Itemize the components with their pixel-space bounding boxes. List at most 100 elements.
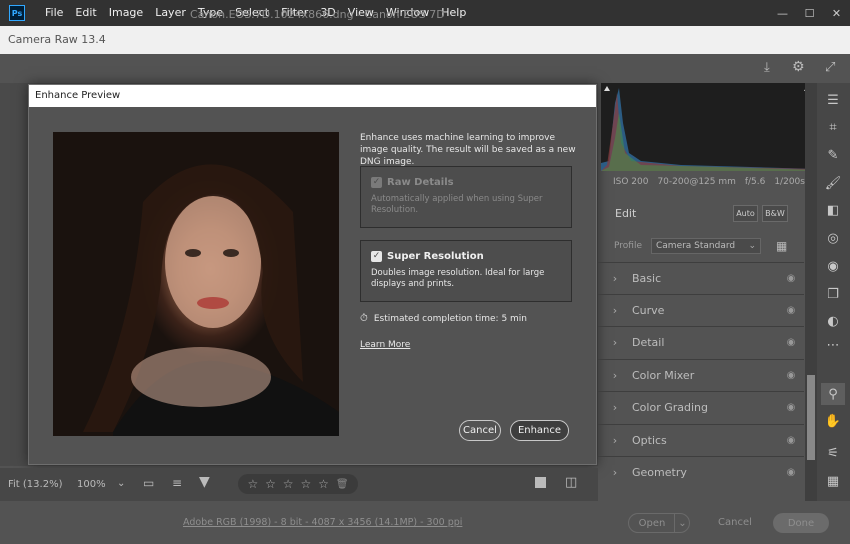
done-button[interactable]: Done <box>773 513 829 533</box>
raw-details-desc: Automatically applied when using Super R… <box>371 194 543 215</box>
super-resolution-checkbox[interactable]: ✓ <box>371 250 382 262</box>
more-icon[interactable]: ⋯ <box>821 334 845 356</box>
compare-icon[interactable]: ◫ <box>565 475 577 490</box>
estimated-time-text: Estimated completion time: 5 min <box>373 313 527 324</box>
workflow-options-link[interactable]: Adobe RGB (1998) - 8 bit - 4087 x 3456 (… <box>183 517 462 528</box>
open-label: Open <box>638 517 666 529</box>
panel-color-grading[interactable]: › Color Grading ◉ <box>598 391 804 422</box>
panel-label: Color Mixer <box>632 368 695 382</box>
panel-geometry[interactable]: › Geometry ◉ <box>598 456 804 487</box>
menu-file[interactable]: File <box>39 0 69 26</box>
file-title: Canon.EOS.7D.1024x866.dng - Canon EOS 7D <box>190 8 445 21</box>
preview-image[interactable] <box>53 132 339 436</box>
enhance-preview-dialog: Enhance Preview Enhance uses machine lea… <box>28 84 597 465</box>
star-icon[interactable]: ☆ <box>247 477 258 491</box>
radial-filter-icon[interactable]: ◎ <box>821 227 845 249</box>
eye-icon[interactable]: ◉ <box>778 305 804 316</box>
profile-browser-icon[interactable]: ▦ <box>776 239 787 253</box>
filter-icon[interactable]: ▼ <box>199 474 210 490</box>
enhance-button[interactable]: Enhance <box>510 420 569 441</box>
close-icon[interactable]: ✕ <box>823 0 850 26</box>
stopwatch-icon: ⏱ <box>360 313 368 324</box>
eyedropper-icon[interactable]: ⚟ <box>821 442 845 464</box>
panel-optics[interactable]: › Optics ◉ <box>598 424 804 455</box>
window-controls: — ☐ ✕ <box>769 0 850 26</box>
crop-icon[interactable]: ⌗ <box>821 116 845 138</box>
gradient-icon[interactable]: ◧ <box>821 199 845 221</box>
super-resolution-option: ✓ Super Resolution Doubles image resoluti… <box>360 240 572 302</box>
auto-button[interactable]: Auto <box>733 205 758 222</box>
minimize-icon[interactable]: — <box>769 0 796 26</box>
header-bar <box>0 54 850 83</box>
iso-value: ISO 200 <box>613 177 649 187</box>
save-icon[interactable]: ⤓ <box>764 60 780 76</box>
trash-icon[interactable]: 🗑 <box>336 479 349 490</box>
chevron-right-icon: › <box>612 465 618 479</box>
chevron-right-icon: › <box>612 271 618 285</box>
filmstrip-icon[interactable]: ▭ <box>143 476 154 490</box>
learn-more-link[interactable]: Learn More <box>360 340 410 350</box>
star-icon[interactable]: ☆ <box>283 477 294 491</box>
menu-image[interactable]: Image <box>103 0 149 26</box>
scrollbar-thumb[interactable] <box>807 375 815 460</box>
panel-label: Curve <box>632 303 665 317</box>
star-icon[interactable]: ☆ <box>318 477 329 491</box>
healing-icon[interactable]: ✎ <box>821 144 845 166</box>
open-options-chevron-icon[interactable]: ⌄ <box>674 513 690 533</box>
lens-value: 70-200@125 mm <box>657 177 736 187</box>
fit-zoom-label[interactable]: Fit (13.2%) <box>8 479 62 490</box>
red-eye-icon[interactable]: ◉ <box>821 255 845 277</box>
estimated-time: ⏱ Estimated completion time: 5 min <box>360 313 527 324</box>
bw-button[interactable]: B&W <box>762 205 788 222</box>
presets-icon[interactable]: ◐ <box>821 310 845 332</box>
eye-icon[interactable]: ◉ <box>778 467 804 478</box>
star-rating[interactable]: ☆ ☆ ☆ ☆ ☆ 🗑 <box>238 474 358 494</box>
eye-icon[interactable]: ◉ <box>778 273 804 284</box>
menu-edit[interactable]: Edit <box>69 0 102 26</box>
menu-layer[interactable]: Layer <box>149 0 192 26</box>
raw-details-label: Raw Details <box>387 177 454 188</box>
panel-basic[interactable]: › Basic ◉ <box>598 262 804 293</box>
super-resolution-label[interactable]: Super Resolution <box>387 251 484 262</box>
chevron-right-icon: › <box>612 303 618 317</box>
exif-info: ISO 200 70-200@125 mm f/5.6 1/200s <box>601 177 805 187</box>
panel-color-mixer[interactable]: › Color Mixer ◉ <box>598 359 804 390</box>
snapshots-icon[interactable]: ❐ <box>821 283 845 305</box>
profile-select[interactable]: Camera Standard ⌄ <box>651 238 761 254</box>
edit-sliders-icon[interactable]: ☰ <box>821 89 845 111</box>
chevron-right-icon: › <box>612 335 618 349</box>
cancel-button[interactable]: Cancel <box>459 420 501 441</box>
eye-icon[interactable]: ◉ <box>778 435 804 446</box>
eye-icon[interactable]: ◉ <box>778 337 804 348</box>
grid-icon[interactable]: ▦ <box>821 470 845 492</box>
eye-icon[interactable]: ◉ <box>778 402 804 413</box>
gear-icon[interactable]: ⚙ <box>792 59 808 75</box>
panel-detail[interactable]: › Detail ◉ <box>598 326 804 357</box>
before-after-icon[interactable] <box>535 477 546 488</box>
edit-heading: Edit <box>615 207 637 220</box>
maximize-icon[interactable]: ☐ <box>796 0 823 26</box>
dialog-description: Enhance uses machine learning to improve… <box>360 133 576 167</box>
chevron-down-icon: ⌄ <box>748 241 756 251</box>
star-icon[interactable]: ☆ <box>265 477 276 491</box>
dialog-title: Enhance Preview <box>29 85 596 107</box>
chevron-down-icon[interactable]: ⌄ <box>117 478 125 489</box>
zoom-icon[interactable]: ⚲ <box>821 383 845 405</box>
brush-icon[interactable]: 🖌 <box>821 172 845 194</box>
profile-label: Profile <box>614 241 642 251</box>
aperture-value: f/5.6 <box>744 177 766 187</box>
zoom-level[interactable]: 100% <box>77 479 106 490</box>
hand-icon[interactable]: ✋ <box>821 410 845 432</box>
chevron-right-icon: › <box>612 433 618 447</box>
raw-details-option: ✓ Raw Details Automatically applied when … <box>360 166 572 228</box>
sort-icon[interactable]: ≡ <box>172 476 182 490</box>
star-icon[interactable]: ☆ <box>300 477 311 491</box>
eye-icon[interactable]: ◉ <box>778 370 804 381</box>
profile-value: Camera Standard <box>656 241 736 251</box>
panel-label: Basic <box>632 271 662 285</box>
photoshop-logo-icon: Ps <box>9 5 25 21</box>
footer-cancel-button[interactable]: Cancel <box>718 517 752 528</box>
fullscreen-icon[interactable]: ⤢ <box>825 60 841 76</box>
panel-curve[interactable]: › Curve ◉ <box>598 294 804 325</box>
raw-details-checkbox: ✓ <box>371 176 382 188</box>
